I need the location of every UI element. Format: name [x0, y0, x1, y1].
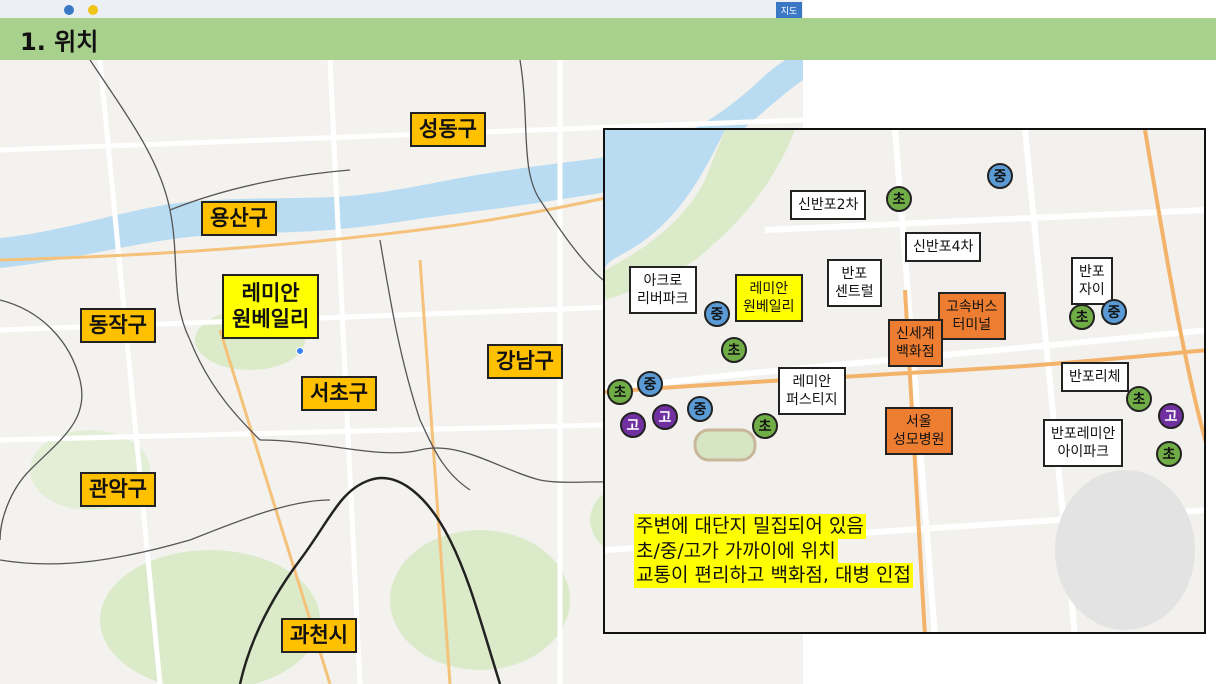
- middle-school-marker[interactable]: 중: [987, 163, 1013, 189]
- note-line: 교통이 편리하고 백화점, 대병 인접: [634, 563, 913, 589]
- target-line2: 원베일리: [232, 307, 310, 332]
- inset-target-line1: 레미안: [749, 281, 789, 297]
- box-banpo-central: 반포 센트럴: [827, 259, 882, 308]
- label-seocho: 서초구: [301, 376, 377, 411]
- elementary-school-marker[interactable]: 초: [1069, 304, 1095, 330]
- notes-block: 주변에 대단지 밀집되어 있음 초/중/고가 가까이에 위치 교통이 편리하고 …: [634, 514, 913, 589]
- label-seongdong: 성동구: [410, 112, 486, 147]
- label-dongjak: 동작구: [80, 308, 156, 343]
- elementary-school-marker[interactable]: 초: [1126, 386, 1152, 412]
- hospital-line1: 서울: [905, 414, 932, 430]
- bus-terminal-line1: 고속버스: [946, 299, 998, 315]
- high-school-marker[interactable]: 고: [652, 404, 678, 430]
- high-school-marker[interactable]: 고: [620, 412, 646, 438]
- weather-icon[interactable]: [88, 4, 98, 15]
- middle-school-marker[interactable]: 중: [1101, 299, 1127, 325]
- label-gangnam: 강남구: [487, 344, 563, 379]
- hospital-line2: 성모병원: [893, 432, 945, 449]
- shinsegae-line2: 백화점: [896, 344, 935, 361]
- ipark-line1: 반포레미안: [1051, 426, 1116, 442]
- title-bar: 1. 위치: [0, 18, 1216, 60]
- banpo-xi-line1: 반포: [1079, 264, 1105, 280]
- label-yongsan: 용산구: [201, 201, 277, 236]
- middle-school-marker[interactable]: 중: [637, 371, 663, 397]
- middle-school-marker[interactable]: 중: [687, 396, 713, 422]
- map-type-button[interactable]: 지도: [776, 2, 802, 18]
- acro-line2: 리버파크: [637, 291, 689, 308]
- mountain-area-2: [390, 530, 570, 670]
- box-sinbanpo4: 신반포4차: [905, 232, 982, 263]
- label-gwanak: 관악구: [80, 472, 156, 507]
- prestige-line2: 퍼스티지: [786, 392, 838, 409]
- target-label: 레미안 원베일리: [222, 274, 320, 339]
- box-raemian-prestige: 레미안 퍼스티지: [778, 367, 846, 416]
- bus-terminal-line2: 터미널: [952, 317, 992, 334]
- acro-line1: 아크로: [643, 273, 683, 289]
- stadium: [693, 428, 757, 462]
- elementary-school-marker[interactable]: 초: [752, 413, 778, 439]
- box-target-apartment: 레미안 원베일리: [735, 274, 803, 323]
- location-icon[interactable]: [64, 4, 74, 15]
- box-shinsegae: 신세계 백화점: [888, 319, 943, 368]
- banpo-central-line2: 센트럴: [835, 284, 874, 301]
- high-school-marker[interactable]: 고: [1158, 403, 1184, 429]
- location-pin-icon[interactable]: [296, 347, 304, 355]
- page-title: 1. 위치: [20, 27, 99, 56]
- inset-map[interactable]: 신반포2차 신반포4차 아크로 리버파크 레미안 원베일리 반포 센트럴 반포 …: [603, 128, 1206, 634]
- label-gwacheon: 과천시: [281, 618, 357, 653]
- ipark-line2: 아이파크: [1057, 444, 1109, 461]
- note-line: 주변에 대단지 밀집되어 있음: [634, 514, 866, 539]
- map-toolbar: 지도: [0, 0, 803, 20]
- inset-target-line2: 원베일리: [743, 299, 795, 316]
- box-express-bus-terminal: 고속버스 터미널: [938, 292, 1006, 341]
- box-banpo-xi: 반포 자이: [1071, 257, 1113, 306]
- banpo-central-line1: 반포: [841, 266, 868, 282]
- elementary-school-marker[interactable]: 초: [607, 379, 633, 405]
- mountain-area: [100, 550, 320, 684]
- box-acro-river-park: 아크로 리버파크: [629, 266, 697, 315]
- elementary-school-marker[interactable]: 초: [721, 337, 747, 363]
- middle-school-marker[interactable]: 중: [704, 301, 730, 327]
- elementary-school-marker[interactable]: 초: [886, 186, 912, 212]
- inset-hill: [1055, 470, 1195, 630]
- box-banpo-raemian-ipark: 반포레미안 아이파크: [1043, 419, 1124, 468]
- target-line1: 레미안: [241, 281, 300, 305]
- box-sinbanpo2: 신반포2차: [790, 190, 867, 221]
- elementary-school-marker[interactable]: 초: [1156, 441, 1182, 467]
- banpo-xi-line2: 자이: [1079, 282, 1105, 299]
- box-banpo-riche: 반포리체: [1061, 362, 1129, 393]
- box-seoul-st-marys-hospital: 서울 성모병원: [885, 407, 953, 456]
- prestige-line1: 레미안: [792, 374, 832, 390]
- shinsegae-line1: 신세계: [896, 326, 935, 342]
- note-line: 초/중/고가 가까이에 위치: [634, 538, 838, 564]
